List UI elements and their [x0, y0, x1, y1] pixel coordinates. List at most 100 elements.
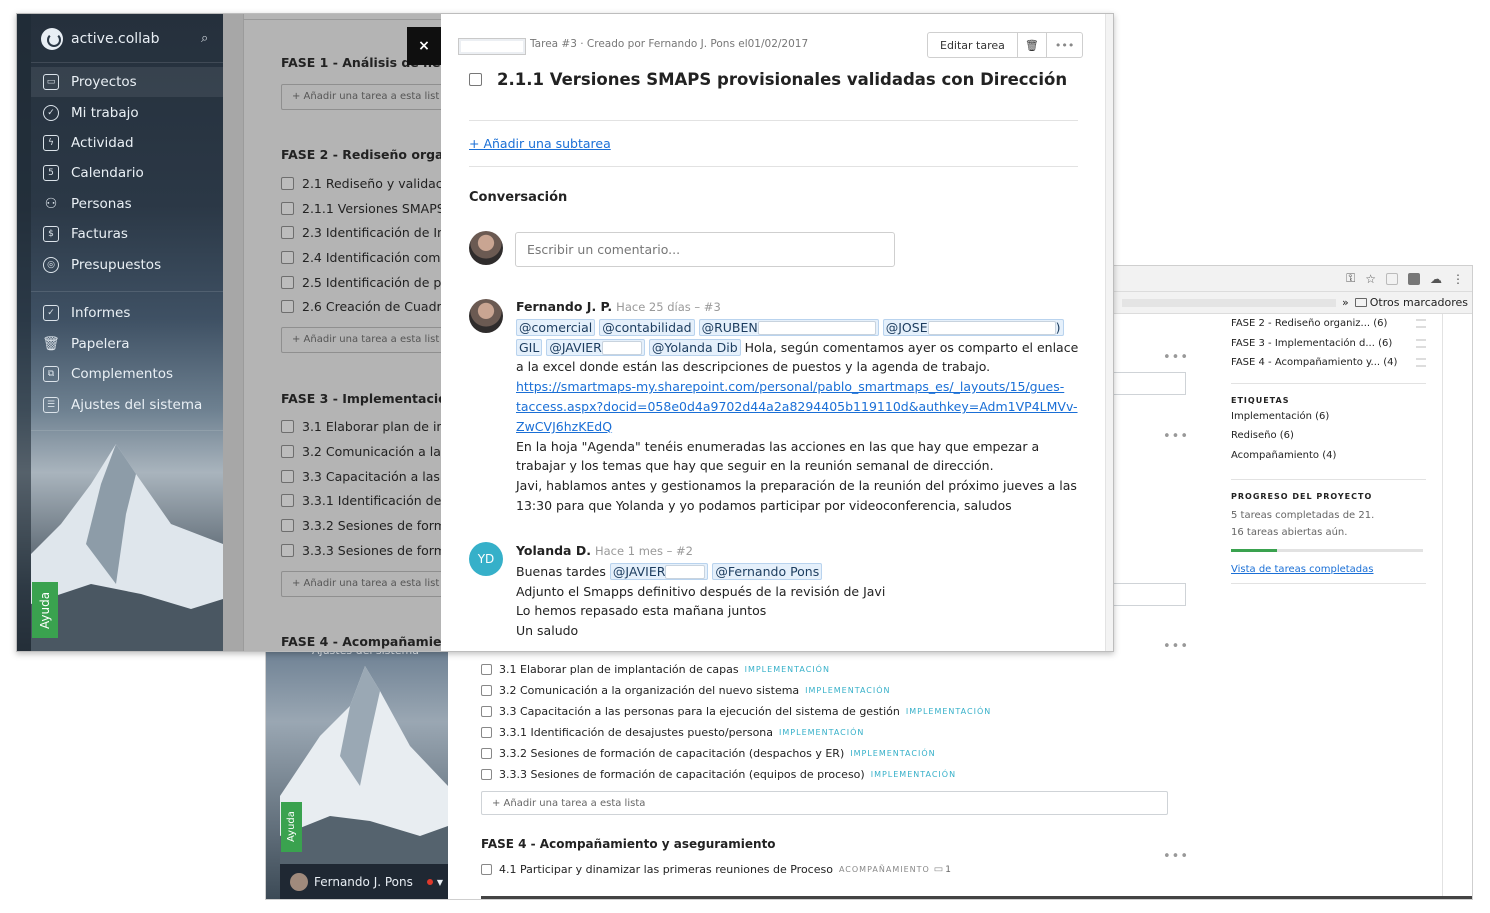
- sidebar-item-invoices[interactable]: $ Facturas: [31, 219, 223, 249]
- checkbox[interactable]: [281, 276, 294, 289]
- tag-label[interactable]: Implementación: [871, 770, 956, 779]
- sidebar-item-calendar[interactable]: 5 Calendario: [31, 158, 223, 188]
- list-item[interactable]: 2.5 Identificación de pr: [281, 275, 446, 290]
- sidebar-item-estimates[interactable]: ◎ Presupuestos: [31, 250, 223, 280]
- add-task-input[interactable]: + Añadir una tarea a esta lista: [481, 791, 1168, 815]
- checkbox[interactable]: [281, 420, 294, 433]
- list-item[interactable]: 2.3 Identificación de In: [281, 225, 445, 240]
- checkbox[interactable]: [481, 685, 492, 696]
- list-item[interactable]: 3.2 Comunicación a la organización del n…: [481, 680, 1201, 701]
- cloud-icon[interactable]: ☁: [1430, 272, 1442, 286]
- mention[interactable]: @JAVIER: [546, 338, 645, 356]
- sidebar-item-settings[interactable]: ☰ Ajustes del sistema: [31, 390, 223, 420]
- star-icon[interactable]: ☆: [1365, 272, 1376, 286]
- close-button[interactable]: ×: [407, 27, 441, 65]
- help-button[interactable]: Ayuda: [281, 802, 302, 852]
- label-filter[interactable]: Acompañamiento (4): [1231, 450, 1426, 470]
- more-options-icon[interactable]: •••: [1163, 429, 1189, 444]
- search-icon[interactable]: ⌕: [201, 31, 208, 46]
- key-icon[interactable]: ⚿: [1346, 271, 1355, 286]
- comment-time[interactable]: Hace 25 días – #3: [616, 300, 721, 314]
- add-task-input[interactable]: + Añadir una tarea a esta list: [281, 327, 451, 353]
- list-item[interactable]: 2.1.1 Versiones SMAPS: [281, 201, 445, 216]
- list-link[interactable]: FASE 2 - Rediseño organiz... (6): [1231, 314, 1426, 334]
- mention[interactable]: @RUBEN: [698, 318, 879, 336]
- list-item[interactable]: 4.1 Participar y dinamizar las primeras …: [481, 859, 1201, 880]
- mention[interactable]: @Fernando Pons: [712, 562, 823, 580]
- other-bookmarks[interactable]: Otros marcadores: [1370, 296, 1472, 309]
- extension-icon[interactable]: [1408, 272, 1420, 285]
- comment-author[interactable]: Yolanda D.: [516, 543, 591, 558]
- mention[interactable]: GIL: [516, 338, 543, 356]
- checkbox[interactable]: [281, 177, 294, 190]
- extension-icon[interactable]: [1386, 272, 1398, 285]
- tag-label[interactable]: Implementación: [906, 707, 991, 716]
- shared-link[interactable]: https://smartmaps-my.sharepoint.com/pers…: [516, 379, 1064, 394]
- task-complete-checkbox[interactable]: [469, 73, 482, 86]
- list-item[interactable]: 3.3.2 Sesiones de form: [281, 518, 446, 533]
- chevron-right-icon[interactable]: »: [1342, 296, 1349, 309]
- comment-author[interactable]: Fernando J. P.: [516, 299, 612, 314]
- mention[interactable]: @comercial: [516, 318, 596, 336]
- checkbox[interactable]: [481, 769, 492, 780]
- add-task-input[interactable]: + Añadir una tarea a esta list: [281, 571, 451, 597]
- user-menu[interactable]: Fernando J. Pons ▼: [280, 864, 448, 899]
- list-item[interactable]: 2.6 Creación de Cuadro: [281, 299, 449, 314]
- list-item[interactable]: 3.3.1 Identificación de: [281, 493, 441, 508]
- checkbox[interactable]: [281, 470, 294, 483]
- sidebar-item-trash[interactable]: 🗑 Papelera: [31, 329, 223, 359]
- list-item[interactable]: 2.1 Rediseño y validació: [281, 176, 454, 191]
- tag-label[interactable]: Acompañamiento: [839, 865, 930, 874]
- scrollbar[interactable]: [1442, 314, 1443, 899]
- checkbox[interactable]: [281, 445, 294, 458]
- checkbox[interactable]: [281, 202, 294, 215]
- app-logo[interactable]: active.collab: [41, 28, 160, 50]
- label-filter[interactable]: Implementación (6): [1231, 411, 1426, 431]
- sidebar-item-projects[interactable]: ▭ Proyectos: [31, 67, 223, 97]
- checkbox[interactable]: [481, 706, 492, 717]
- more-options-icon[interactable]: •••: [1047, 33, 1082, 57]
- shared-link[interactable]: ZwCVJ6hzKEdQ: [516, 419, 612, 434]
- sidebar-item-addons[interactable]: ⧉ Complementos: [31, 359, 223, 389]
- list-link[interactable]: FASE 4 - Acompañamiento y... (4): [1231, 353, 1426, 373]
- completed-tasks-link[interactable]: Vista de tareas completadas: [1231, 564, 1426, 575]
- sidebar-item-people[interactable]: ⚇ Personas: [31, 189, 223, 219]
- shared-link[interactable]: taccess.aspx?docid=058e0d4a9702d44a2a829…: [516, 399, 1078, 414]
- checkbox[interactable]: [481, 864, 492, 875]
- list-item[interactable]: 3.3.3 Sesiones de formación de capacitac…: [481, 764, 1201, 785]
- list-item[interactable]: 3.1 Elaborar plan de im: [281, 419, 449, 434]
- mention[interactable]: @JAVIER: [609, 562, 709, 580]
- tag-label[interactable]: Implementación: [745, 665, 830, 674]
- checkbox[interactable]: [481, 748, 492, 759]
- trash-icon[interactable]: 🗑: [1018, 33, 1047, 57]
- add-subtask-link[interactable]: + Añadir una subtarea: [469, 136, 611, 151]
- add-task-input[interactable]: + Añadir una tarea a esta list: [281, 84, 451, 110]
- tag-label[interactable]: Implementación: [805, 686, 890, 695]
- mention[interactable]: @JOSE): [882, 318, 1064, 336]
- mention[interactable]: @contabilidad: [599, 318, 695, 336]
- checkbox[interactable]: [281, 300, 294, 313]
- mention[interactable]: @Yolanda Dib: [648, 338, 741, 356]
- list-item[interactable]: 3.3 Capacitación a las p: [281, 469, 452, 484]
- checkbox[interactable]: [281, 226, 294, 239]
- list-item[interactable]: 3.3.1 Identificación de desajustes puest…: [481, 722, 1201, 743]
- sidebar-item-reports[interactable]: ✓ Informes: [31, 298, 223, 328]
- sidebar-item-activity[interactable]: ϟ Actividad: [31, 128, 223, 158]
- drag-handle-icon[interactable]: [1416, 338, 1426, 348]
- checkbox[interactable]: [281, 519, 294, 532]
- comment-input[interactable]: Escribir un comentario...: [515, 232, 895, 267]
- menu-icon[interactable]: ⋮: [1452, 272, 1464, 286]
- checkbox[interactable]: [281, 544, 294, 557]
- list-item[interactable]: 2.4 Identificación comp: [281, 250, 448, 265]
- more-options-icon[interactable]: •••: [1163, 350, 1189, 365]
- list-item[interactable]: 3.1 Elaborar plan de implantación de cap…: [481, 659, 1201, 680]
- drag-handle-icon[interactable]: [1416, 319, 1426, 329]
- checkbox[interactable]: [281, 251, 294, 264]
- comment-time[interactable]: Hace 1 mes – #2: [595, 544, 693, 558]
- tag-label[interactable]: Implementación: [779, 728, 864, 737]
- checkbox[interactable]: [281, 494, 294, 507]
- list-item[interactable]: 3.3 Capacitación a las personas para la …: [481, 701, 1201, 722]
- label-filter[interactable]: Rediseño (6): [1231, 430, 1426, 450]
- list-link[interactable]: FASE 3 - Implementación d... (6): [1231, 334, 1426, 354]
- scrollbar[interactable]: [1105, 14, 1113, 651]
